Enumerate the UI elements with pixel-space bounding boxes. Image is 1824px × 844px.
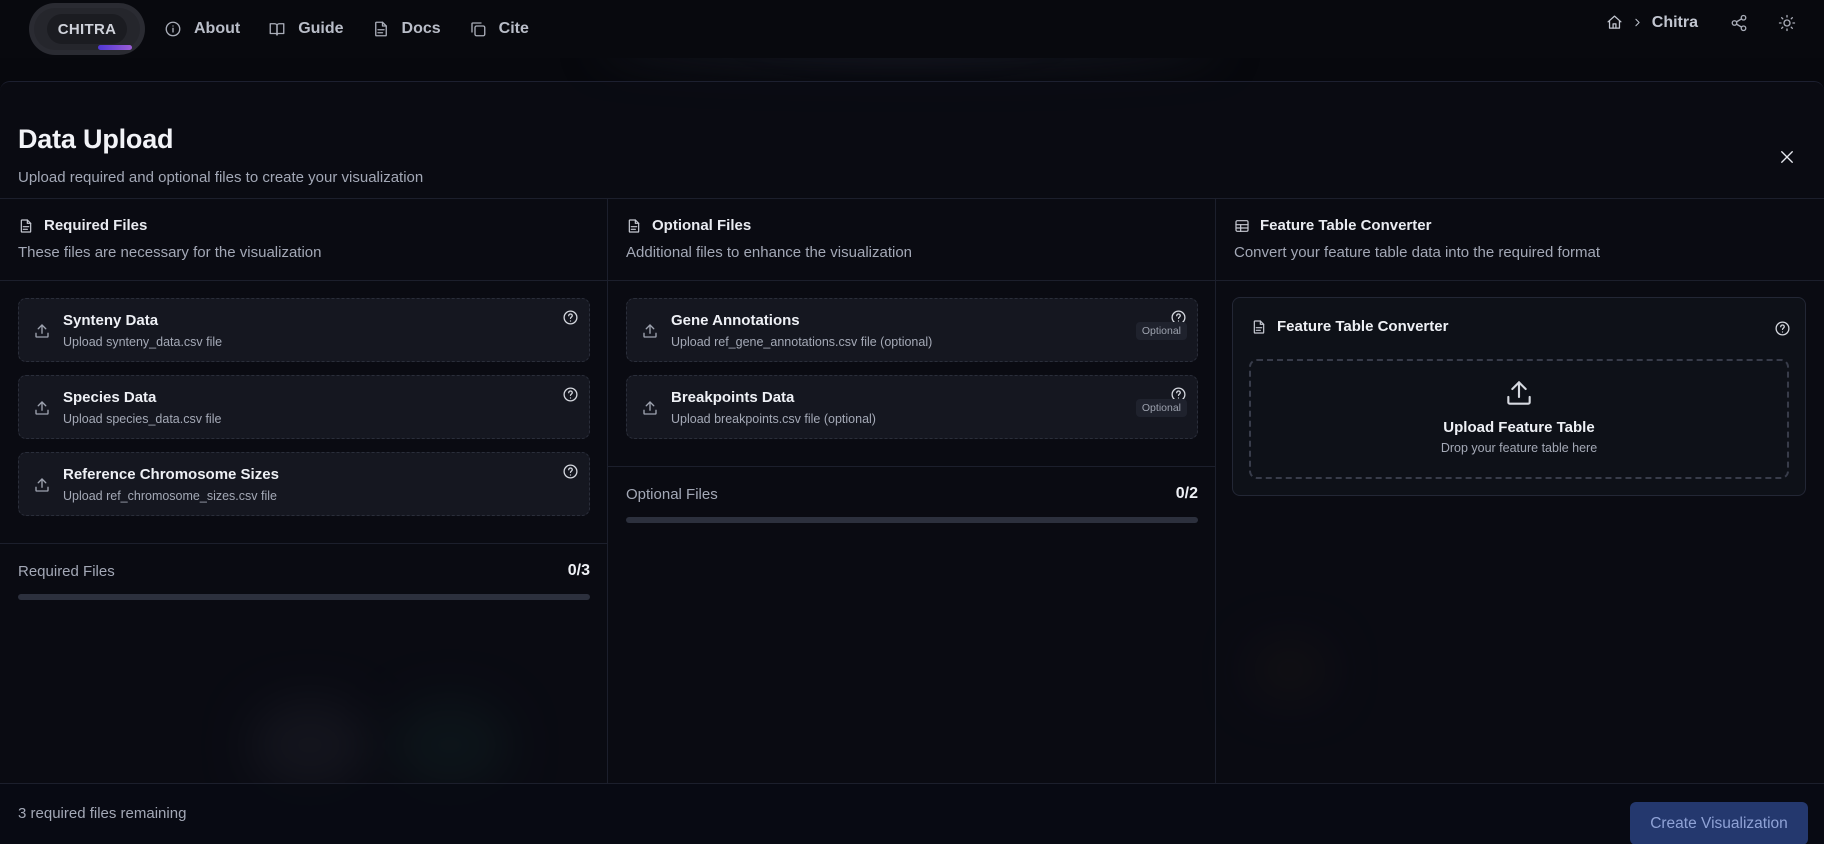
upload-icon <box>35 478 49 492</box>
file-name: Reference Chromosome Sizes <box>63 465 279 483</box>
converter-card-title: Feature Table Converter <box>1251 318 1448 335</box>
optional-progress-count: 0/2 <box>1175 485 1198 502</box>
logo-text: CHITRA <box>47 14 127 44</box>
document-icon <box>374 21 387 37</box>
upload-species-data[interactable]: Species Data Upload species_data.csv fil… <box>18 375 590 439</box>
file-description: Upload breakpoints.csv file (optional) <box>671 411 876 426</box>
file-description: Upload ref_chromosome_sizes.csv file <box>63 488 277 503</box>
create-visualization-button[interactable]: Create Visualization <box>1630 802 1808 844</box>
modal-title: Data Upload <box>18 124 174 154</box>
logo-glow <box>98 45 132 50</box>
required-progress-count: 0/3 <box>567 562 590 579</box>
dropzone-subtitle: Drop your feature table here <box>1440 441 1598 455</box>
optional-files-column: Optional Files Additional files to enhan… <box>608 199 1216 783</box>
optional-files-subtitle: Additional files to enhance the visualiz… <box>626 244 913 261</box>
file-description: Upload species_data.csv file <box>63 411 222 426</box>
optional-file-list: Gene Annotations Upload ref_gene_annotat… <box>608 281 1215 439</box>
required-files-subtitle: These files are necessary for the visual… <box>18 244 322 261</box>
file-icon <box>1253 319 1265 334</box>
file-name: Gene Annotations <box>671 311 800 329</box>
optional-badge: Optional <box>1135 399 1187 417</box>
nav-about-label: About <box>194 20 241 37</box>
nav-guide-label: Guide <box>298 20 344 37</box>
nav-docs-label: Docs <box>401 20 441 37</box>
required-file-list: Synteny Data Upload synteny_data.csv fil… <box>0 281 607 516</box>
optional-progress-label: Optional Files <box>626 485 718 503</box>
optional-badge: Optional <box>1135 322 1187 340</box>
file-name: Breakpoints Data <box>671 388 795 406</box>
main-nav: About Guide Docs Cite <box>164 20 529 38</box>
home-icon[interactable] <box>1606 14 1623 31</box>
data-upload-modal: Data Upload Upload required and optional… <box>0 81 1824 844</box>
converter-header: Feature Table Converter Convert your fea… <box>1216 199 1824 281</box>
logo[interactable]: CHITRA <box>34 8 140 50</box>
nav-guide[interactable]: Guide <box>268 20 344 38</box>
file-description: Upload synteny_data.csv file <box>63 334 223 349</box>
share-icon[interactable] <box>1730 14 1748 32</box>
upload-icon <box>643 401 657 415</box>
copy-icon <box>470 22 486 37</box>
table-icon <box>1235 219 1249 232</box>
required-progress: Required Files 0/3 <box>0 543 607 600</box>
nav-cite[interactable]: Cite <box>469 20 529 38</box>
upload-synteny-data[interactable]: Synteny Data Upload synteny_data.csv fil… <box>18 298 590 362</box>
upload-reference-chromosome-sizes[interactable]: Reference Chromosome Sizes Upload ref_ch… <box>18 452 590 516</box>
required-files-header: Required Files These files are necessary… <box>0 199 607 281</box>
file-name: Synteny Data <box>63 311 159 329</box>
help-icon[interactable] <box>562 309 579 326</box>
upload-icon <box>643 324 657 338</box>
required-progress-label: Required Files <box>18 562 115 580</box>
top-navbar: CHITRA About Guide Docs Cite Chitra <box>0 0 1824 58</box>
required-files-title-text: Required Files <box>44 217 148 234</box>
modal-header: Data Upload Upload required and optional… <box>18 124 423 186</box>
upload-icon <box>35 401 49 415</box>
file-description: Upload ref_gene_annotations.csv file (op… <box>671 334 933 349</box>
breadcrumb-current: Chitra <box>1651 13 1698 31</box>
nav-about[interactable]: About <box>164 20 240 38</box>
upload-breakpoints-data[interactable]: Breakpoints Data Upload breakpoints.csv … <box>626 375 1198 439</box>
converter-card-title-text: Feature Table Converter <box>1277 318 1449 335</box>
optional-files-header: Optional Files Additional files to enhan… <box>608 199 1215 281</box>
optional-progress: Optional Files 0/2 <box>608 466 1215 523</box>
modal-footer: 3 required files remaining Create Visual… <box>0 783 1824 844</box>
optional-files-title-text: Optional Files <box>652 217 752 234</box>
top-right-controls: Chitra <box>1606 0 1796 45</box>
remaining-files-status: 3 required files remaining <box>18 805 187 822</box>
converter-subtitle: Convert your feature table data into the… <box>1234 244 1601 261</box>
converter-card: Feature Table Converter Upload Feature T… <box>1232 297 1806 496</box>
help-icon[interactable] <box>562 386 579 403</box>
sun-icon[interactable] <box>1778 14 1796 32</box>
converter-title: Feature Table Converter <box>1234 217 1806 234</box>
file-icon <box>628 218 640 233</box>
dropzone-title: Upload Feature Table <box>1443 419 1595 436</box>
file-name: Species Data <box>63 388 157 406</box>
required-files-title: Required Files <box>18 217 589 234</box>
upload-columns: Required Files These files are necessary… <box>0 198 1824 783</box>
nav-docs[interactable]: Docs <box>372 20 441 38</box>
modal-subtitle: Upload required and optional files to cr… <box>18 169 424 186</box>
help-icon[interactable] <box>562 463 579 480</box>
file-icon <box>20 218 32 233</box>
optional-files-title: Optional Files <box>626 217 1197 234</box>
upload-icon <box>35 324 49 338</box>
converter-column: Feature Table Converter Convert your fea… <box>1216 199 1824 783</box>
chevron-right-icon <box>1635 18 1640 27</box>
converter-title-text: Feature Table Converter <box>1260 217 1432 234</box>
book-icon <box>269 23 285 36</box>
feature-table-dropzone[interactable]: Upload Feature Table Drop your feature t… <box>1249 359 1789 479</box>
help-icon[interactable] <box>1774 320 1791 337</box>
nav-cite-label: Cite <box>498 20 529 37</box>
upload-icon <box>1507 381 1531 405</box>
required-files-column: Required Files These files are necessary… <box>0 199 608 783</box>
info-icon <box>165 21 181 37</box>
close-icon[interactable] <box>1778 148 1796 166</box>
required-progress-bar <box>18 594 590 600</box>
optional-progress-bar <box>626 517 1198 523</box>
upload-gene-annotations[interactable]: Gene Annotations Upload ref_gene_annotat… <box>626 298 1198 362</box>
breadcrumb: Chitra <box>1606 14 1698 32</box>
